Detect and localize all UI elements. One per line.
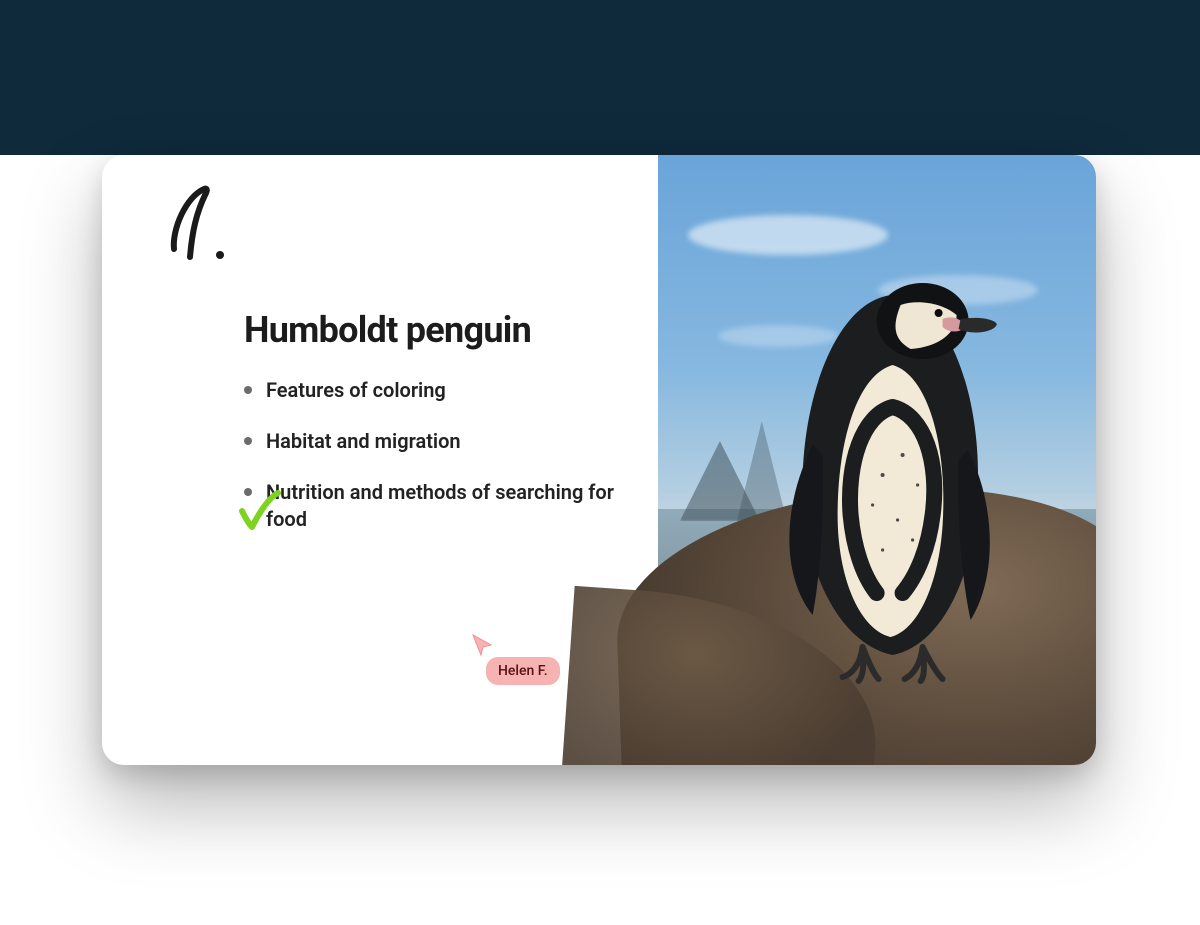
- bullet-text: Nutrition and methods of searching for f…: [266, 479, 626, 533]
- penguin-icon: [743, 275, 1023, 695]
- bullet-item[interactable]: Habitat and migration: [244, 428, 630, 455]
- collaborator-name-badge: Helen F.: [486, 657, 560, 685]
- bullet-text: Features of coloring: [266, 377, 446, 404]
- bullet-text: Habitat and migration: [266, 428, 461, 455]
- slide-card[interactable]: 1. Humboldt penguin Features of coloring…: [102, 155, 1096, 765]
- bullet-item[interactable]: Nutrition and methods of searching for f…: [244, 479, 630, 533]
- bullet-dot-icon: [244, 386, 252, 394]
- bullet-dot-icon: [244, 437, 252, 445]
- slide-image-pane[interactable]: [658, 155, 1096, 765]
- viewport: 1. Humboldt penguin Features of coloring…: [0, 0, 1200, 925]
- handdrawn-check-icon: [236, 489, 282, 535]
- slide-title[interactable]: Humboldt penguin: [244, 309, 630, 351]
- cursor-pointer-icon: [470, 633, 494, 657]
- handwritten-number-icon: [146, 179, 266, 279]
- bullet-list[interactable]: Features of coloring Habitat and migrati…: [244, 377, 630, 533]
- bullet-item[interactable]: Features of coloring: [244, 377, 630, 404]
- penguin-photo: [658, 155, 1096, 765]
- top-band: [0, 0, 1200, 155]
